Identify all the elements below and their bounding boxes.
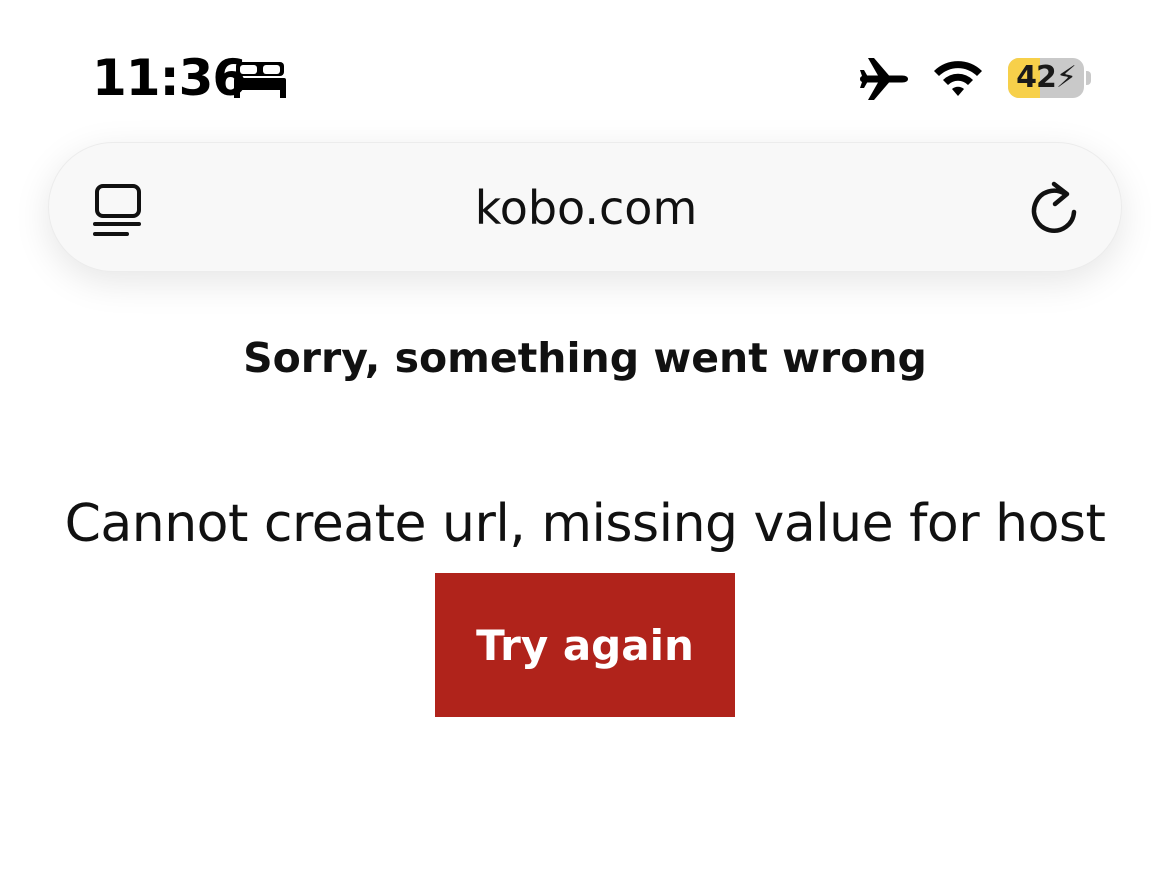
battery-indicator: 42⚡: [1008, 58, 1084, 98]
error-message: Cannot create url, missing value for hos…: [64, 494, 1106, 554]
url-text[interactable]: kobo.com: [249, 179, 923, 237]
battery-percent: 42⚡: [1016, 60, 1077, 95]
wifi-icon: [934, 61, 982, 96]
charging-bolt-icon: ⚡: [1055, 60, 1077, 95]
page: 11:36 42⚡ kobo.com Sorry, something went…: [0, 0, 1170, 871]
status-time: 11:36: [92, 49, 247, 107]
bed-icon: [234, 62, 286, 98]
error-title: Sorry, something went wrong: [243, 334, 927, 382]
battery-nub: [1086, 71, 1091, 85]
reader-mode-icon[interactable]: [93, 183, 143, 237]
airplane-icon: [860, 58, 908, 100]
try-again-button[interactable]: Try again: [435, 573, 735, 717]
reload-icon[interactable]: [1027, 179, 1081, 237]
address-bar[interactable]: kobo.com: [48, 142, 1122, 272]
